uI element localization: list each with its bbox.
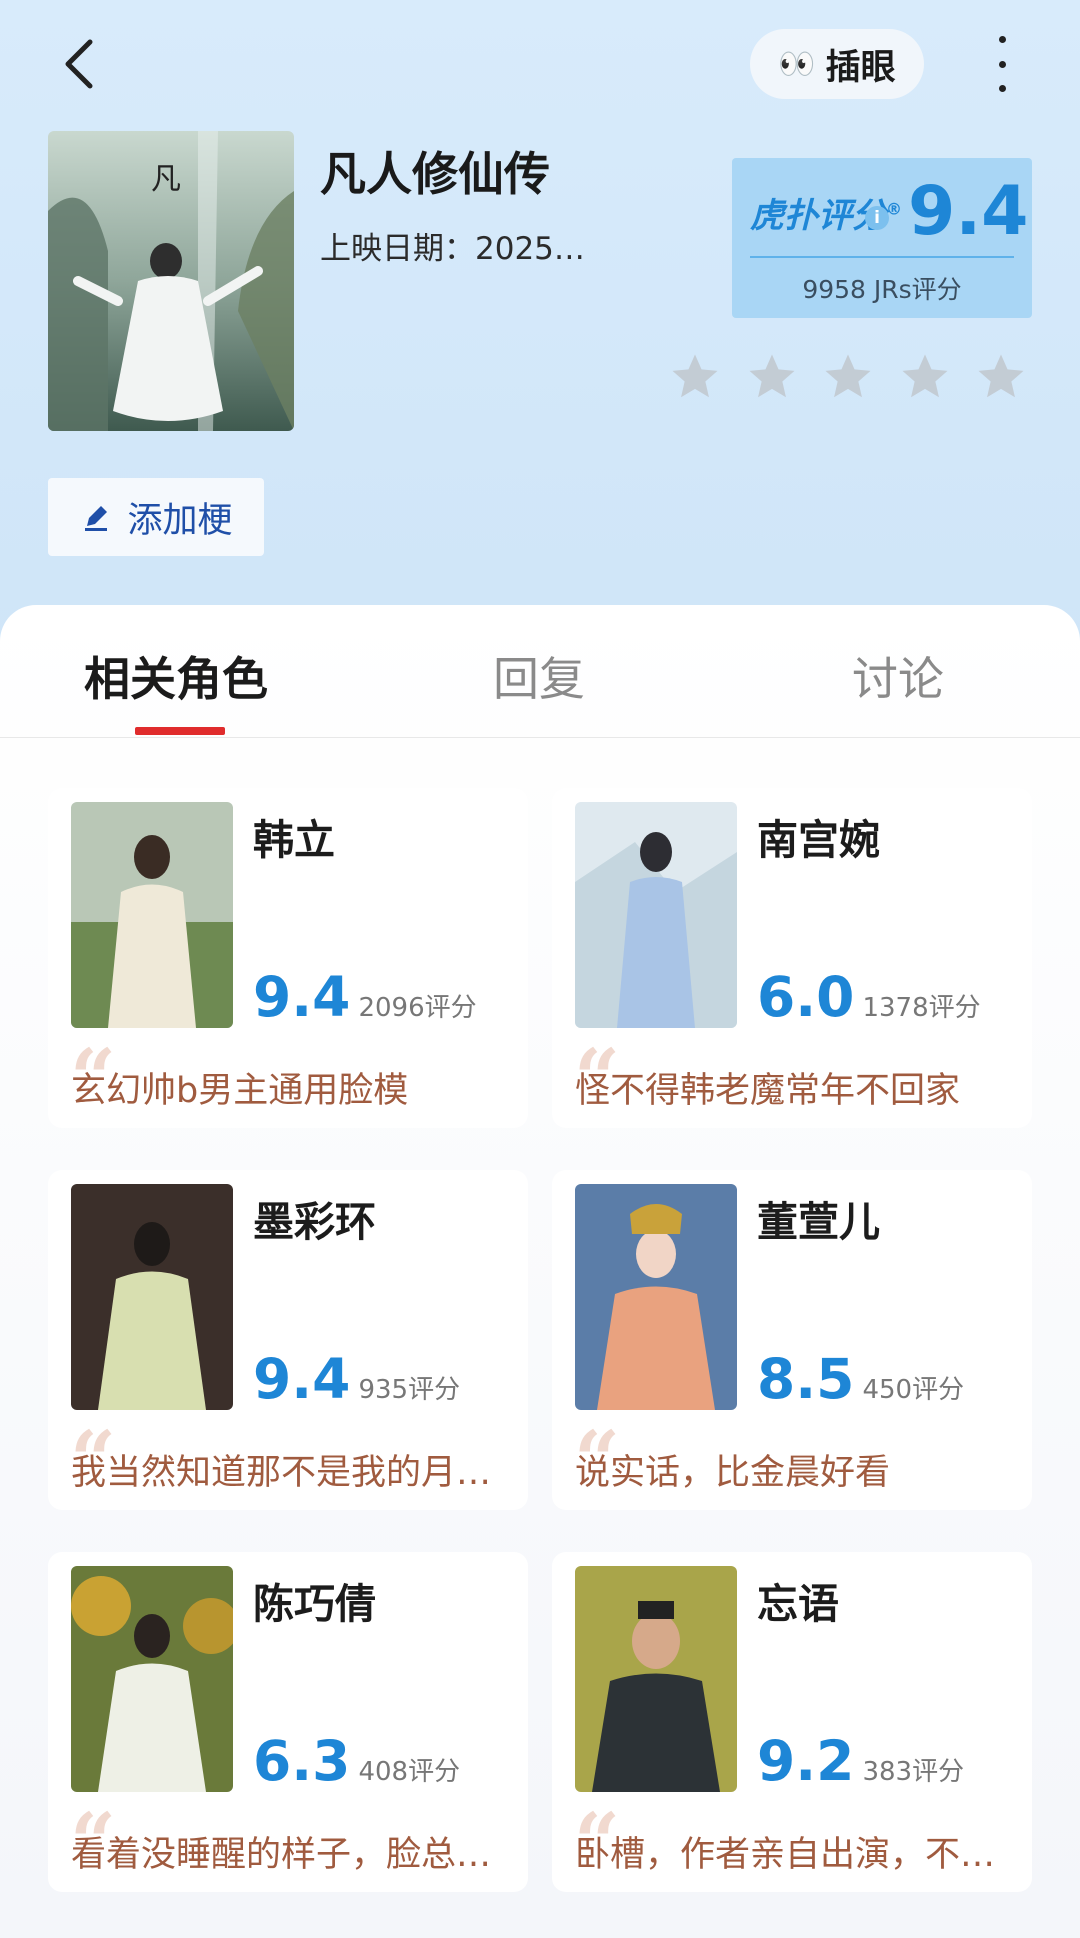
character-score: 8.5 <box>757 1347 855 1411</box>
show-title: 凡人修仙传 <box>320 147 550 201</box>
top-comment: 卧槽，作者亲自出演，不… <box>575 1835 996 1875</box>
svg-text:凡: 凡 <box>151 162 181 197</box>
top-comment: 我当然知道那不是我的月… <box>71 1453 492 1493</box>
character-rating: 8.5 450评分 <box>757 1347 964 1411</box>
star-rating-input[interactable] <box>668 350 1028 406</box>
star-icon[interactable] <box>898 350 952 404</box>
character-score: 9.2 <box>757 1729 855 1793</box>
star-icon[interactable] <box>668 350 722 404</box>
back-button[interactable] <box>58 36 104 92</box>
character-name: 董萱儿 <box>757 1198 880 1246</box>
character-card[interactable]: 董萱儿 8.5 450评分 “ 说实话，比金晨好看 <box>552 1170 1032 1510</box>
release-date: 上映日期：2025… <box>320 231 585 267</box>
character-photo <box>71 1566 233 1792</box>
tab-bar: 相关角色 回复 讨论 <box>0 605 1080 738</box>
info-icon[interactable]: i <box>865 206 889 230</box>
character-score: 9.4 <box>253 1347 351 1411</box>
peek-button[interactable]: 👀 插眼 <box>750 29 924 99</box>
character-rating-count: 383评分 <box>862 1757 965 1787</box>
character-rating-count: 408评分 <box>358 1757 461 1787</box>
character-name: 忘语 <box>757 1580 839 1628</box>
character-card[interactable]: 墨彩环 9.4 935评分 “ 我当然知道那不是我的月… <box>48 1170 528 1510</box>
overall-score: 9.4 <box>908 172 1029 251</box>
tab-related-characters[interactable]: 相关角色 <box>84 643 268 709</box>
character-photo <box>575 1566 737 1792</box>
top-comment: 玄幻帅b男主通用脸模 <box>71 1071 409 1111</box>
top-comment: 怪不得韩老魔常年不回家 <box>575 1071 961 1111</box>
star-icon[interactable] <box>745 350 799 404</box>
character-photo <box>575 802 737 1028</box>
add-tag-button[interactable]: 添加梗 <box>48 478 264 556</box>
more-options-button[interactable] <box>985 36 1019 92</box>
character-card[interactable]: 韩立 9.4 2096评分 “ 玄幻帅b男主通用脸模 <box>48 788 528 1128</box>
character-name: 南宫婉 <box>757 816 880 864</box>
character-rating-count: 2096评分 <box>358 993 477 1023</box>
character-rating: 6.3 408评分 <box>253 1729 460 1793</box>
character-photo <box>575 1184 737 1410</box>
rating-count: 9958 JRs评分 <box>802 275 962 304</box>
character-card[interactable]: 南宫婉 6.0 1378评分 “ 怪不得韩老魔常年不回家 <box>552 788 1032 1128</box>
top-comment: 看着没睡醒的样子，脸总… <box>71 1835 492 1875</box>
show-poster[interactable]: 凡 <box>48 131 294 431</box>
more-dot-icon <box>998 36 1006 43</box>
character-score: 6.0 <box>757 965 855 1029</box>
back-arrow-icon <box>65 39 93 89</box>
character-name: 陈巧倩 <box>253 1580 376 1628</box>
more-dot-icon <box>998 60 1006 68</box>
tab-replies[interactable]: 回复 <box>493 643 585 709</box>
character-rating-count: 450评分 <box>862 1375 965 1405</box>
character-photo <box>71 1184 233 1410</box>
poster-image: 凡 <box>48 131 294 431</box>
character-rating-count: 935评分 <box>358 1375 461 1405</box>
active-tab-indicator <box>135 727 225 735</box>
rating-panel[interactable]: 虎扑评分® i 9.4 9958 JRs评分 <box>732 158 1032 318</box>
tab-discussion[interactable]: 讨论 <box>852 643 944 709</box>
character-rating: 9.4 935评分 <box>253 1347 460 1411</box>
character-photo <box>71 802 233 1028</box>
character-name: 韩立 <box>253 816 335 864</box>
character-card[interactable]: 忘语 9.2 383评分 “ 卧槽，作者亲自出演，不… <box>552 1552 1032 1892</box>
content-panel: 相关角色 回复 讨论 韩立 9.4 2096评分 “ 玄幻帅b男主通用脸模 南宫… <box>0 605 1080 1938</box>
star-icon[interactable] <box>821 350 875 404</box>
character-score: 9.4 <box>253 965 351 1029</box>
top-comment: 说实话，比金晨好看 <box>575 1453 891 1493</box>
rating-divider <box>750 256 1014 258</box>
add-tag-label: 添加梗 <box>127 500 233 541</box>
character-rating-count: 1378评分 <box>862 993 981 1023</box>
character-rating: 9.4 2096评分 <box>253 965 477 1029</box>
character-card[interactable]: 陈巧倩 6.3 408评分 “ 看着没睡醒的样子，脸总… <box>48 1552 528 1892</box>
character-name: 墨彩环 <box>253 1198 376 1246</box>
more-dot-icon <box>998 85 1006 92</box>
eyes-icon: 👀 <box>778 46 815 82</box>
character-score: 6.3 <box>253 1729 351 1793</box>
character-rating: 9.2 383评分 <box>757 1729 964 1793</box>
pen-icon <box>85 506 108 531</box>
character-rating: 6.0 1378评分 <box>757 965 981 1029</box>
peek-button-label: 插眼 <box>825 47 896 88</box>
star-icon[interactable] <box>974 350 1028 404</box>
